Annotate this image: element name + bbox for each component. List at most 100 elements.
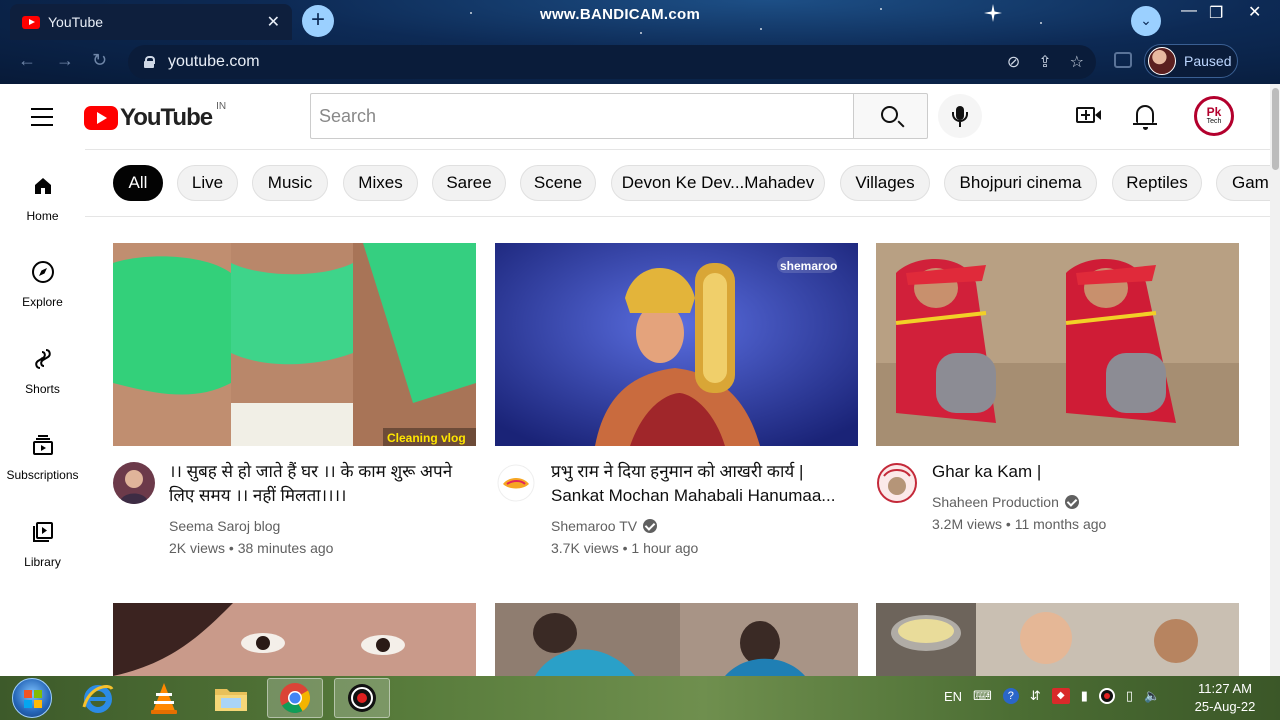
channel-name[interactable]: Seema Saroj blog	[169, 518, 280, 534]
profile-avatar	[1148, 47, 1176, 75]
notifications-bell-icon[interactable]	[1133, 105, 1157, 130]
video-title[interactable]: प्रभु राम ने दिया हनुमान को आखरी कार्य |…	[551, 460, 851, 508]
video-card[interactable]	[113, 603, 476, 676]
minimize-icon[interactable]: —	[1181, 2, 1197, 20]
forward-icon[interactable]: →	[56, 50, 74, 71]
side-panel-icon[interactable]	[1114, 52, 1132, 68]
taskbar-chrome[interactable]	[267, 678, 323, 718]
menu-icon[interactable]	[31, 108, 53, 132]
masthead: YouTube IN Pk Tech	[0, 84, 1270, 148]
channel-name[interactable]: Shaheen Production	[932, 494, 1079, 510]
help-icon[interactable]: ?	[1002, 688, 1019, 704]
start-button[interactable]	[12, 678, 52, 718]
close-tab-icon[interactable]: ✕	[267, 12, 280, 32]
back-icon[interactable]: ←	[18, 50, 36, 71]
view-count: 3.2M views	[932, 516, 1003, 532]
create-video-icon[interactable]	[1076, 107, 1095, 123]
taskbar-bandicam[interactable]	[334, 678, 390, 718]
share-icon[interactable]: ⇪	[1038, 52, 1051, 72]
channel-avatar[interactable]	[113, 462, 155, 504]
clock-time: 11:27 AM	[1198, 681, 1252, 696]
video-thumbnail[interactable]	[876, 603, 1239, 676]
system-clock[interactable]: 11:27 AM 25-Aug-22	[1186, 680, 1264, 716]
chip-music[interactable]: Music	[252, 165, 328, 201]
volume-icon[interactable]: 🔈	[1144, 688, 1160, 704]
eye-off-icon[interactable]: ⊘	[1007, 52, 1020, 72]
video-thumbnail[interactable]	[113, 603, 476, 676]
video-card[interactable]: Ghar ka Kam | Shaheen Production 3.2M vi…	[876, 243, 1239, 556]
browser-tab[interactable]: YouTube ✕	[10, 4, 292, 40]
sidebar-item-subscriptions[interactable]: Subscriptions	[0, 433, 85, 482]
sparkle-icon	[984, 4, 1002, 22]
voice-search-button[interactable]	[938, 94, 982, 138]
battery-icon[interactable]: ▯	[1126, 688, 1133, 704]
video-card[interactable]	[495, 603, 858, 676]
lock-icon[interactable]	[144, 56, 155, 68]
video-title[interactable]: ।। सुबह से हो जाते हैं घर ।। के काम शुरू…	[169, 460, 469, 508]
antivirus-icon[interactable]: ◆	[1051, 688, 1070, 704]
address-row: ← → ↻ youtube.com ⊘ ⇪ ☆ Paused	[0, 42, 1280, 84]
restore-icon[interactable]: ❐	[1209, 3, 1223, 23]
video-thumbnail[interactable]	[876, 243, 1239, 446]
taskbar-vlc[interactable]	[136, 678, 192, 718]
internet-explorer-icon	[82, 684, 114, 713]
taskbar-file-explorer[interactable]	[203, 678, 259, 718]
avatar-subtext: Tech	[1206, 118, 1222, 125]
language-indicator[interactable]: EN	[944, 689, 962, 704]
taskbar-internet-explorer[interactable]	[70, 678, 126, 718]
network-adapter-icon[interactable]: ⇵	[1030, 688, 1041, 704]
chrome-icon	[280, 683, 311, 714]
chip-reptiles[interactable]: Reptiles	[1112, 165, 1202, 201]
reload-icon[interactable]: ↻	[92, 50, 107, 71]
sidebar-item-shorts[interactable]: Shorts	[0, 347, 85, 396]
signal-bars-icon[interactable]: ▮	[1081, 688, 1088, 704]
chip-all[interactable]: All	[113, 165, 163, 201]
chip-mixes[interactable]: Mixes	[343, 165, 418, 201]
sidebar-item-explore[interactable]: Explore	[0, 260, 85, 309]
bookmark-star-icon[interactable]: ☆	[1070, 52, 1084, 72]
chip-villages[interactable]: Villages	[840, 165, 930, 201]
new-tab-button[interactable]: +	[302, 5, 334, 37]
keyboard-icon[interactable]: ⌨	[973, 688, 992, 704]
profile-status: Paused	[1184, 53, 1232, 69]
video-card[interactable]: shemaroo प्रभु राम ने दिया हनुमान को आखर…	[495, 243, 858, 556]
video-title[interactable]: Ghar ka Kam |	[932, 460, 1232, 484]
scrollbar-thumb[interactable]	[1272, 88, 1279, 170]
page-scrollbar[interactable]	[1270, 84, 1280, 676]
chip-saree[interactable]: Saree	[432, 165, 506, 201]
chip-scene[interactable]: Scene	[520, 165, 596, 201]
chip-devon-ke-dev-mahadev[interactable]: Devon Ke Dev...Mahadev	[611, 165, 825, 201]
chip-gaming[interactable]: Gam	[1216, 165, 1270, 201]
search-input[interactable]	[319, 105, 854, 127]
sidebar-label: Home	[26, 209, 59, 223]
video-meta: ।। सुबह से हो जाते हैं घर ।। के काम शुरू…	[113, 446, 476, 556]
video-thumbnail[interactable]: Cleaning vlog	[113, 243, 476, 446]
youtube-logo[interactable]: YouTube IN	[84, 100, 227, 132]
record-indicator-icon[interactable]	[1098, 688, 1115, 704]
tab-search-dropdown-button[interactable]: ⌄	[1131, 6, 1161, 36]
channel-avatar[interactable]	[876, 462, 918, 504]
country-code: IN	[216, 100, 227, 112]
chip-bhojpuri-cinema[interactable]: Bhojpuri cinema	[944, 165, 1097, 201]
folder-icon	[215, 689, 247, 711]
channel-name[interactable]: Shemaroo TV	[551, 518, 658, 534]
video-thumbnail[interactable]: shemaroo	[495, 243, 858, 446]
search-button[interactable]	[853, 93, 928, 139]
chip-live[interactable]: Live	[177, 165, 238, 201]
sidebar-item-home[interactable]: Home	[0, 174, 85, 223]
address-bar[interactable]: youtube.com ⊘ ⇪ ☆	[128, 45, 1096, 79]
profile-button[interactable]: Paused	[1144, 44, 1238, 78]
close-window-icon[interactable]: ✕	[1248, 2, 1261, 22]
upload-age: 11 months ago	[1014, 516, 1107, 532]
video-thumbnail[interactable]	[495, 603, 858, 676]
account-avatar[interactable]: Pk Tech	[1194, 96, 1234, 136]
thumbnail-caption: Cleaning vlog	[387, 431, 466, 445]
sidebar-item-library[interactable]: Library	[0, 520, 85, 569]
search-box[interactable]	[310, 93, 854, 139]
video-card[interactable]	[876, 603, 1239, 676]
compass-icon	[31, 261, 54, 283]
bandicam-record-icon	[348, 684, 376, 712]
thumbnail-image: Cleaning vlog	[113, 243, 476, 446]
channel-avatar[interactable]	[495, 462, 537, 504]
video-card[interactable]: Cleaning vlog ।। सुबह से हो जाते हैं घर …	[113, 243, 476, 556]
